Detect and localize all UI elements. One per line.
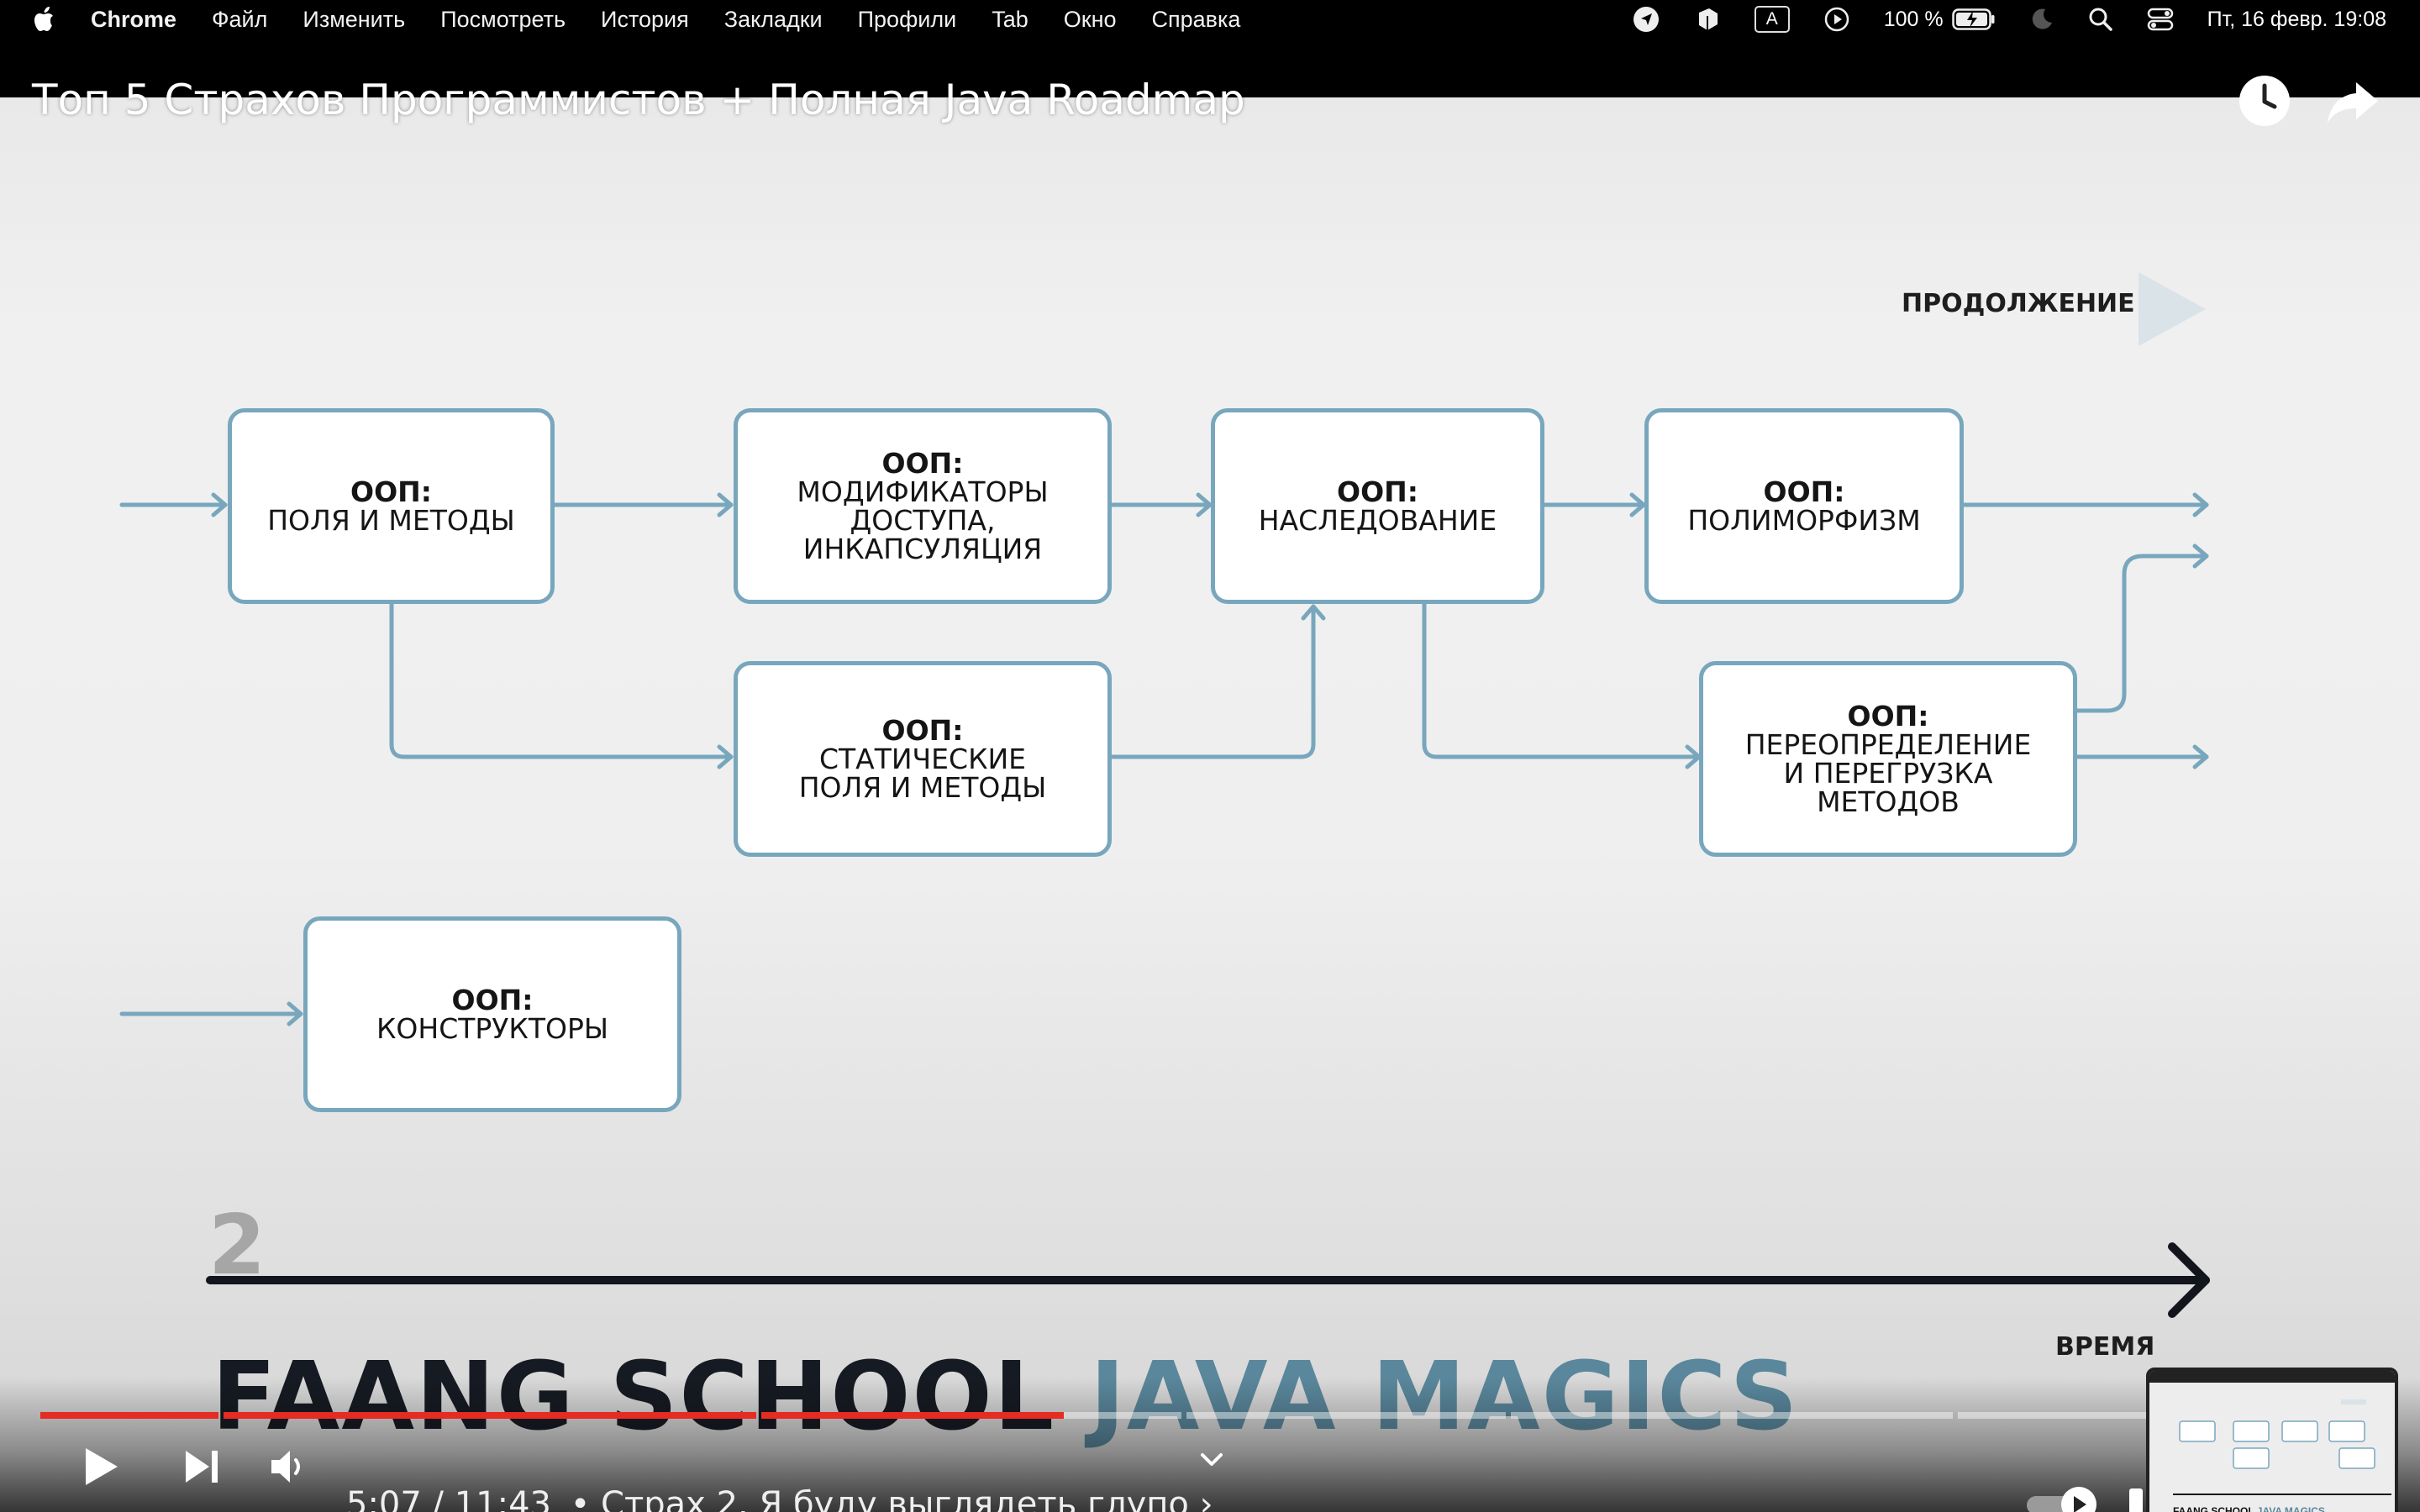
menu-history[interactable]: История <box>601 7 689 33</box>
node-polymorphism: ООП: ПОЛИМОРФИЗМ <box>1644 408 1964 604</box>
chapter-segment[interactable] <box>1511 1412 1953 1419</box>
chapter-segment[interactable] <box>224 1412 756 1419</box>
location-icon[interactable] <box>1632 5 1660 34</box>
node-polymorphism-line: ПОЛИМОРФИЗМ <box>1687 503 1921 537</box>
progress-bar[interactable] <box>40 1412 2393 1419</box>
chevron-down-icon <box>1201 1453 1223 1466</box>
video-title[interactable]: Топ 5 Страхов Программистов + Полная Jav… <box>32 76 1245 124</box>
menu-view[interactable]: Посмотреть <box>440 7 566 33</box>
node-fields-line: ПОЛЯ И МЕТОДЫ <box>267 503 515 537</box>
section-number: 2 <box>208 1198 266 1294</box>
control-center-icon[interactable] <box>2147 7 2174 32</box>
menu-file[interactable]: Файл <box>212 7 267 33</box>
autoplay-toggle[interactable] <box>2023 1485 2101 1512</box>
continuation-label: ПРОДОЛЖЕНИЕ <box>1902 289 2135 318</box>
menu-tab[interactable]: Tab <box>992 7 1028 33</box>
timeline-label: ВРЕМЯ <box>2055 1332 2155 1362</box>
menu-app-name[interactable]: Chrome <box>91 7 176 33</box>
volume-icon <box>271 1451 300 1483</box>
menu-help[interactable]: Справка <box>1152 7 1241 33</box>
node-inheritance-line: НАСЛЕДОВАНИЕ <box>1258 503 1497 537</box>
battery-status[interactable]: 100 % <box>1884 8 1996 32</box>
chapters-expand-button[interactable] <box>1193 1441 1230 1478</box>
node-constructors-title: ООП: <box>451 983 534 1016</box>
video-player[interactable]: ООП: ПОЛЯ И МЕТОДЫ ООП: МОДИФИКАТОРЫ ДОС… <box>0 39 2420 1512</box>
node-access-modifiers: ООП: МОДИФИКАТОРЫ ДОСТУПА, ИНКАПСУЛЯЦИЯ <box>734 408 1112 604</box>
play-button[interactable] <box>76 1441 126 1492</box>
node-modifiers-line-2: ДОСТУПА, <box>850 503 996 537</box>
menu-profiles[interactable]: Профили <box>858 7 957 33</box>
menu-bar: Chrome Файл Изменить Посмотреть История … <box>0 0 2420 39</box>
next-icon <box>186 1451 218 1483</box>
node-static-members: ООП: СТАТИЧЕСКИЕ ПОЛЯ И МЕТОДЫ <box>734 661 1112 857</box>
node-overriding-line-3: МЕТОДОВ <box>1817 785 1960 818</box>
node-static-line-1: СТАТИЧЕСКИЕ <box>818 742 1027 775</box>
thumbnail-brand-part-1: FAANG SCHOOL <box>2173 1505 2254 1512</box>
moon-icon[interactable] <box>2029 7 2054 32</box>
share-icon[interactable] <box>2326 74 2380 128</box>
play-icon <box>86 1448 118 1485</box>
node-constructors: ООП: КОНСТРУКТОРЫ <box>303 916 681 1112</box>
menu-window[interactable]: Окно <box>1064 7 1117 33</box>
time-display: 5:07 / 11:43 • Страх 2. Я буду выглядеть… <box>346 1485 1213 1512</box>
node-modifiers-line-1: МОДИФИКАТОРЫ <box>797 475 1049 508</box>
timeline-arrow <box>206 1242 2210 1318</box>
battery-icon <box>1951 8 1995 30</box>
node-static-line-2: ПОЛЯ И МЕТОДЫ <box>798 770 1047 804</box>
input-source-icon[interactable]: A <box>1754 6 1790 33</box>
node-overriding-overloading: ООП: ПЕРЕОПРЕДЕЛЕНИЕ И ПЕРЕГРУЗКА МЕТОДО… <box>1699 661 2077 857</box>
node-static-title: ООП: <box>881 713 964 747</box>
time-current-total: 5:07 / 11:43 <box>346 1485 552 1512</box>
apple-icon[interactable] <box>34 6 60 33</box>
node-fields-methods: ООП: ПОЛЯ И МЕТОДЫ <box>228 408 555 604</box>
volume-button[interactable] <box>266 1443 313 1490</box>
cube-app-icon[interactable] <box>1694 6 1721 33</box>
menu-bookmarks[interactable]: Закладки <box>724 7 823 33</box>
media-play-icon[interactable] <box>1823 6 1850 33</box>
thumbnail-brand: FAANG SCHOOL JAVA MAGICS <box>2173 1505 2325 1512</box>
chapter-segment[interactable] <box>40 1412 218 1419</box>
autoplay-toggle-icon <box>2027 1487 2096 1512</box>
next-button[interactable] <box>178 1443 225 1490</box>
clock-datetime[interactable]: Пт, 16 февр. 19:08 <box>2207 8 2386 32</box>
node-modifiers-title: ООП: <box>881 446 964 480</box>
thumbnail-diagram <box>2149 1371 2395 1495</box>
node-inheritance-title: ООП: <box>1337 475 1418 508</box>
watch-later-icon[interactable] <box>2238 74 2291 128</box>
chapter-title[interactable]: • Страх 2. Я буду выглядеть глупо › <box>571 1485 1213 1512</box>
preview-thumbnail[interactable]: FAANG SCHOOL JAVA MAGICS <box>2146 1368 2398 1512</box>
settings-button-partial[interactable] <box>2129 1488 2143 1512</box>
node-constructors-line: КОНСТРУКТОРЫ <box>376 1011 608 1045</box>
menu-edit[interactable]: Изменить <box>302 7 405 33</box>
thumbnail-brand-part-2: JAVA MAGICS <box>2256 1505 2325 1512</box>
chapter-segment[interactable] <box>1186 1412 1506 1419</box>
battery-percent: 100 % <box>1883 7 1944 31</box>
node-overriding-title: ООП: <box>1847 699 1929 732</box>
node-fields-title: ООП: <box>350 475 432 508</box>
node-inheritance: ООП: НАСЛЕДОВАНИЕ <box>1211 408 1544 604</box>
node-polymorphism-title: ООП: <box>1763 475 1845 508</box>
node-overriding-line-2: И ПЕРЕГРУЗКА <box>1783 756 1993 790</box>
node-modifiers-line-3: ИНКАПСУЛЯЦИЯ <box>802 532 1043 565</box>
chapter-segment[interactable] <box>761 1412 1181 1419</box>
search-icon[interactable] <box>2088 7 2113 32</box>
node-overriding-line-1: ПЕРЕОПРЕДЕЛЕНИЕ <box>1744 727 2032 761</box>
